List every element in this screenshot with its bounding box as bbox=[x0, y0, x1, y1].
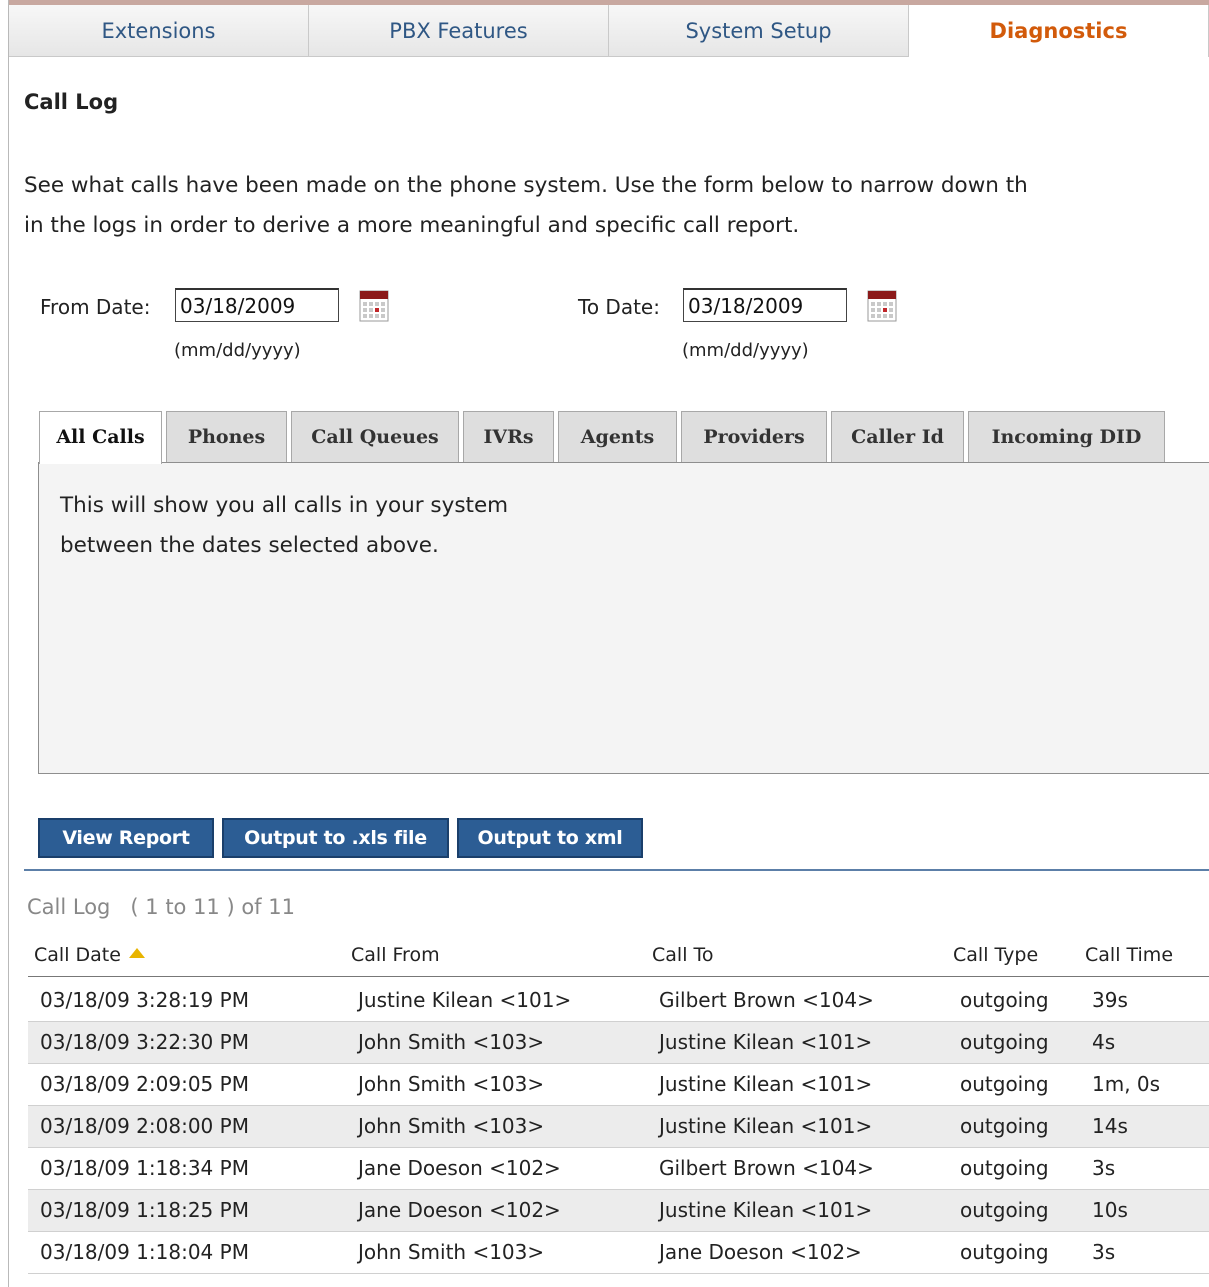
sort-ascending-icon bbox=[128, 947, 145, 958]
nav-tab-extensions[interactable]: Extensions bbox=[9, 5, 309, 57]
cell-call-from: Justine Kilean <101> bbox=[358, 988, 572, 1012]
intro-line-2: in the logs in order to derive a more me… bbox=[24, 213, 800, 238]
cell-call-type: outgoing bbox=[960, 1030, 1049, 1054]
column-header-call-type[interactable]: Call Type bbox=[953, 944, 1038, 966]
column-header-label: Call Date bbox=[34, 944, 121, 966]
from-date-format-hint: (mm/dd/yyyy) bbox=[174, 340, 301, 361]
page-title: Call Log bbox=[24, 90, 119, 114]
table-row[interactable]: 03/18/09 2:08:00 PM John Smith <103> Jus… bbox=[28, 1106, 1209, 1148]
cell-call-from: John Smith <103> bbox=[358, 1240, 545, 1264]
filter-tab-agents[interactable]: Agents bbox=[558, 411, 677, 462]
table-row[interactable]: 03/18/09 2:09:05 PM John Smith <103> Jus… bbox=[28, 1064, 1209, 1106]
cell-call-time: 10s bbox=[1092, 1198, 1128, 1222]
cell-call-to: Gilbert Brown <104> bbox=[659, 1156, 874, 1180]
column-header-call-from[interactable]: Call From bbox=[351, 944, 440, 966]
table-row[interactable]: 03/18/09 1:18:04 PM John Smith <103> Jan… bbox=[28, 1232, 1209, 1274]
filter-tab-phones[interactable]: Phones bbox=[166, 411, 287, 462]
table-row[interactable]: 03/18/09 3:28:19 PM Justine Kilean <101>… bbox=[28, 980, 1209, 1022]
cell-call-date: 03/18/09 1:18:04 PM bbox=[40, 1240, 249, 1264]
cell-call-date: 03/18/09 1:18:25 PM bbox=[40, 1198, 249, 1222]
cell-call-date: 03/18/09 2:08:00 PM bbox=[40, 1114, 249, 1138]
calendar-icon[interactable] bbox=[867, 290, 897, 322]
cell-call-type: outgoing bbox=[960, 1114, 1049, 1138]
nav-tab-system-setup[interactable]: System Setup bbox=[609, 5, 909, 57]
calendar-icon[interactable] bbox=[359, 290, 389, 322]
cell-call-to: Justine Kilean <101> bbox=[659, 1198, 873, 1222]
cell-call-time: 4s bbox=[1092, 1030, 1116, 1054]
filter-tab-ivrs[interactable]: IVRs bbox=[463, 411, 554, 462]
cell-call-type: outgoing bbox=[960, 988, 1049, 1012]
from-date-label: From Date: bbox=[40, 295, 151, 319]
cell-call-from: Jane Doeson <102> bbox=[358, 1156, 561, 1180]
table-row[interactable]: 03/18/09 1:18:25 PM Jane Doeson <102> Ju… bbox=[28, 1190, 1209, 1232]
cell-call-to: Jane Doeson <102> bbox=[659, 1240, 862, 1264]
intro-text: See what calls have been made on the pho… bbox=[24, 166, 1209, 246]
filter-tab-incoming-did[interactable]: Incoming DID bbox=[968, 411, 1165, 462]
nav-tab-diagnostics[interactable]: Diagnostics bbox=[909, 5, 1209, 57]
table-row[interactable]: 03/18/09 1:18:34 PM Jane Doeson <102> Gi… bbox=[28, 1148, 1209, 1190]
cell-call-from: John Smith <103> bbox=[358, 1072, 545, 1096]
cell-call-time: 3s bbox=[1092, 1156, 1116, 1180]
section-divider bbox=[24, 869, 1209, 871]
intro-line-1: See what calls have been made on the pho… bbox=[24, 173, 1028, 198]
from-date-input[interactable] bbox=[175, 288, 339, 322]
call-log-title: Call Log ( 1 to 11 ) of 11 bbox=[27, 895, 295, 919]
cell-call-date: 03/18/09 3:22:30 PM bbox=[40, 1030, 249, 1054]
cell-call-type: outgoing bbox=[960, 1156, 1049, 1180]
cell-call-to: Justine Kilean <101> bbox=[659, 1114, 873, 1138]
filter-tab-call-queues[interactable]: Call Queues bbox=[291, 411, 459, 462]
cell-call-time: 14s bbox=[1092, 1114, 1128, 1138]
cell-call-to: Gilbert Brown <104> bbox=[659, 988, 874, 1012]
cell-call-time: 1m, 0s bbox=[1092, 1072, 1161, 1096]
cell-call-time: 3s bbox=[1092, 1240, 1116, 1264]
filter-description-line-1: This will show you all calls in your sys… bbox=[60, 493, 509, 518]
nav-tab-pbx-features[interactable]: PBX Features bbox=[309, 5, 609, 57]
filter-tab-providers[interactable]: Providers bbox=[681, 411, 827, 462]
cell-call-type: outgoing bbox=[960, 1198, 1049, 1222]
to-date-label: To Date: bbox=[578, 295, 660, 319]
cell-call-from: John Smith <103> bbox=[358, 1030, 545, 1054]
cell-call-to: Justine Kilean <101> bbox=[659, 1030, 873, 1054]
column-header-call-date[interactable]: Call Date bbox=[34, 944, 145, 966]
view-report-button[interactable]: View Report bbox=[38, 818, 214, 858]
table-header-divider bbox=[28, 976, 1209, 977]
cell-call-from: John Smith <103> bbox=[358, 1114, 545, 1138]
filter-tab-all-calls[interactable]: All Calls bbox=[39, 411, 162, 464]
cell-call-type: outgoing bbox=[960, 1240, 1049, 1264]
column-header-call-time[interactable]: Call Time bbox=[1085, 944, 1173, 966]
cell-call-time: 39s bbox=[1092, 988, 1128, 1012]
cell-call-type: outgoing bbox=[960, 1072, 1049, 1096]
filter-description-line-2: between the dates selected above. bbox=[60, 533, 439, 558]
cell-call-date: 03/18/09 2:09:05 PM bbox=[40, 1072, 249, 1096]
output-xls-button[interactable]: Output to .xls file bbox=[222, 818, 449, 858]
cell-call-date: 03/18/09 3:28:19 PM bbox=[40, 988, 249, 1012]
cell-call-date: 03/18/09 1:18:34 PM bbox=[40, 1156, 249, 1180]
to-date-input[interactable] bbox=[683, 288, 847, 322]
cell-call-to: Justine Kilean <101> bbox=[659, 1072, 873, 1096]
cell-call-from: Jane Doeson <102> bbox=[358, 1198, 561, 1222]
column-header-call-to[interactable]: Call To bbox=[652, 944, 714, 966]
filter-tab-caller-id[interactable]: Caller Id bbox=[831, 411, 964, 462]
to-date-format-hint: (mm/dd/yyyy) bbox=[682, 340, 809, 361]
window-left-border bbox=[0, 0, 9, 1287]
main-nav: Extensions PBX Features System Setup Dia… bbox=[9, 5, 1209, 57]
filter-description: This will show you all calls in your sys… bbox=[60, 486, 508, 566]
output-xml-button[interactable]: Output to xml bbox=[457, 818, 643, 858]
table-row[interactable]: 03/18/09 3:22:30 PM John Smith <103> Jus… bbox=[28, 1022, 1209, 1064]
